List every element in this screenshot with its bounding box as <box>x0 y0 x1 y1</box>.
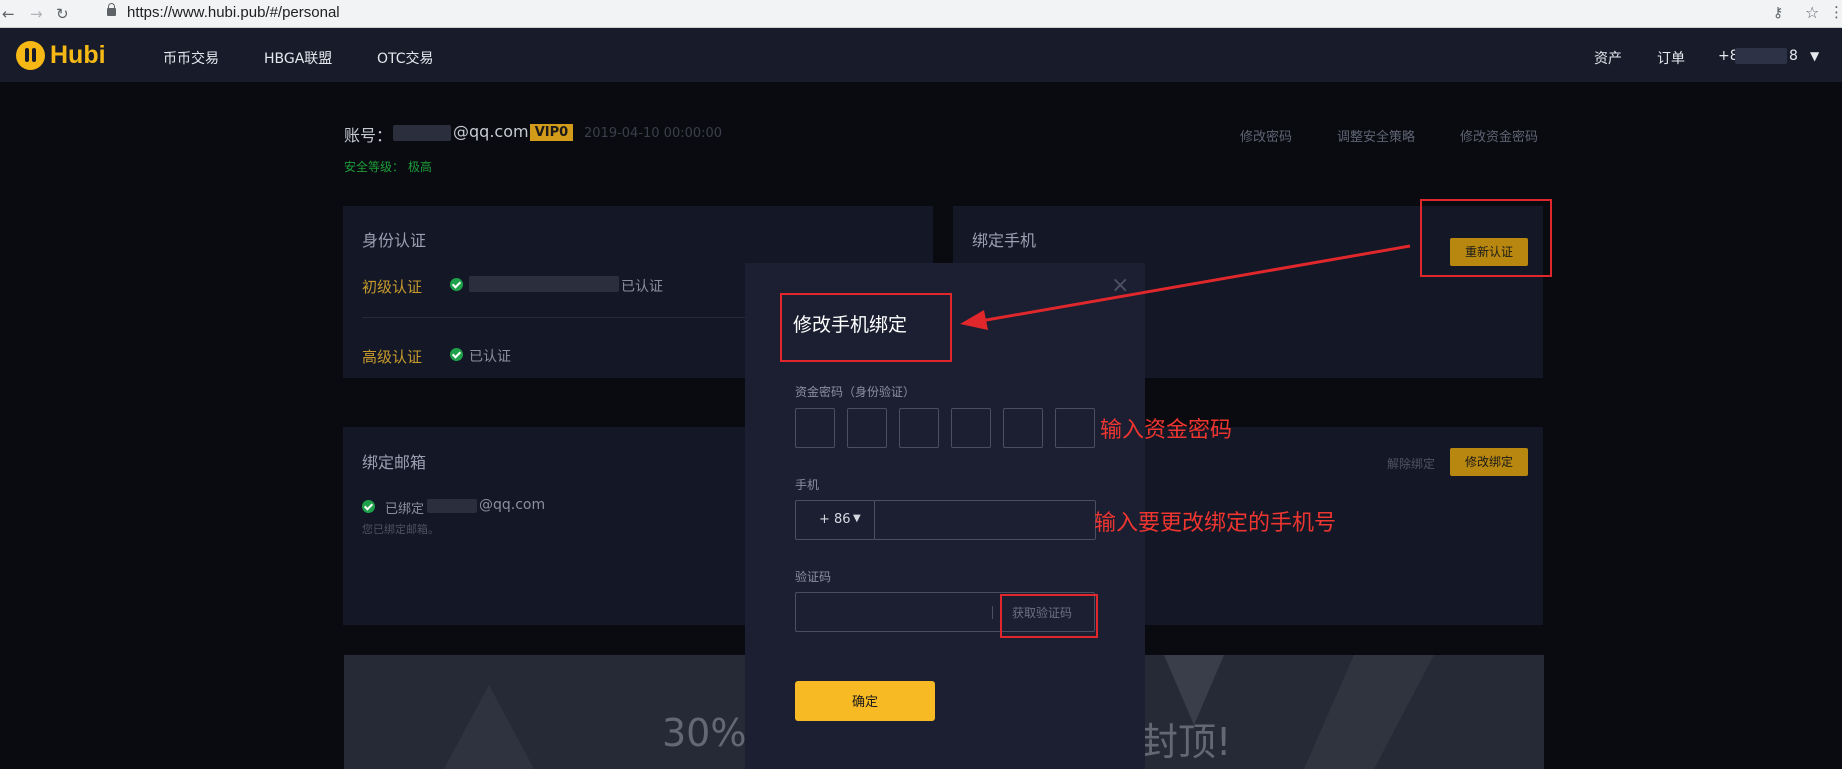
identity-title: 身份认证 <box>362 231 427 250</box>
account-label: 账号： <box>344 126 393 145</box>
bound-email: @qq.com <box>479 497 546 513</box>
nav-orders[interactable]: 订单 <box>1657 48 1685 68</box>
account-email: @qq.com <box>453 122 529 141</box>
email-bound-note: 您已绑定邮箱。 <box>362 523 439 536</box>
pin-digit-1[interactable] <box>795 408 835 448</box>
logo-text: Hubi <box>50 41 106 69</box>
forward-arrow-icon[interactable]: → <box>30 5 43 23</box>
email-card-title: 绑定邮箱 <box>362 453 427 472</box>
basic-status: 已认证 <box>621 279 663 295</box>
fund-password-label: 资金密码（身份验证） <box>795 385 916 399</box>
redacted-email <box>427 499 477 513</box>
nav-assets[interactable]: 资产 <box>1594 48 1622 68</box>
user-menu-caret-icon[interactable]: ▼ <box>1810 49 1819 63</box>
site-header: Hubi 币币交易 HBGA联盟 OTC交易 资产 订单 +8 8 ▼ <box>0 28 1842 82</box>
bookmark-star-icon[interactable]: ☆ <box>1805 3 1819 22</box>
country-code: + 86 <box>819 512 851 527</box>
check-icon <box>450 348 463 361</box>
redacted-name <box>469 276 619 292</box>
security-strategy-link[interactable]: 调整安全策略 <box>1337 126 1415 145</box>
country-code-select[interactable]: + 86 ▼ <box>795 500 875 540</box>
browser-toolbar: ← → ↻ https://www.hubi.pub/#/personal ⚷ … <box>0 0 1842 28</box>
redacted-email <box>393 125 451 141</box>
divider <box>362 317 772 318</box>
register-date: 2019-04-10 00:00:00 <box>584 126 723 141</box>
vip-badge: VIP0 <box>530 124 573 141</box>
reload-icon[interactable]: ↻ <box>56 5 69 23</box>
change-fund-password-link[interactable]: 修改资金密码 <box>1460 126 1538 145</box>
browser-menu-icon[interactable]: ⋮ <box>1829 3 1842 21</box>
pin-instruction: 输入资金密码 <box>1100 418 1233 443</box>
pin-digit-3[interactable] <box>899 408 939 448</box>
modify-binding-button[interactable]: 修改绑定 <box>1450 448 1528 476</box>
basic-verification-label: 初级认证 <box>362 278 423 296</box>
title-highlight-box <box>780 293 952 362</box>
chevron-down-icon: ▼ <box>853 513 861 524</box>
address-bar[interactable]: https://www.hubi.pub/#/personal <box>127 4 340 21</box>
nav-coin-trading[interactable]: 币币交易 <box>163 48 219 68</box>
hubi-logo-icon <box>16 41 45 70</box>
check-icon <box>362 500 375 513</box>
banner-text-right: 封顶! <box>1140 720 1232 764</box>
nav-hbga-alliance[interactable]: HBGA联盟 <box>264 48 332 68</box>
pin-digit-5[interactable] <box>1003 408 1043 448</box>
key-icon[interactable]: ⚷ <box>1773 5 1783 21</box>
change-password-link[interactable]: 修改密码 <box>1240 126 1292 145</box>
redacted-phone <box>1735 48 1787 64</box>
pin-digit-4[interactable] <box>951 408 991 448</box>
phone-instruction: 输入要更改绑定的手机号 <box>1094 511 1337 536</box>
confirm-button[interactable]: 确定 <box>795 681 935 721</box>
hubi-logo[interactable]: Hubi <box>16 41 106 70</box>
phone-input[interactable] <box>874 500 1096 540</box>
close-icon[interactable]: × <box>1111 273 1129 298</box>
email-bound-prefix: 已绑定 <box>385 502 425 517</box>
phone-card-title: 绑定手机 <box>972 231 1037 250</box>
check-icon <box>450 278 463 291</box>
pin-digit-2[interactable] <box>847 408 887 448</box>
verification-code-label: 验证码 <box>795 570 832 584</box>
advanced-verification-label: 高级认证 <box>362 348 423 366</box>
lock-icon <box>107 3 116 16</box>
pin-digit-6[interactable] <box>1055 408 1095 448</box>
banner-text-left: 30% <box>662 711 747 755</box>
reverify-highlight-box <box>1420 199 1552 277</box>
nav-otc-trading[interactable]: OTC交易 <box>377 48 434 68</box>
phone-label: 手机 <box>795 478 820 492</box>
user-phone-end[interactable]: 8 <box>1789 48 1798 64</box>
back-arrow-icon[interactable]: ← <box>2 5 15 23</box>
advanced-status: 已认证 <box>469 349 511 365</box>
field-divider <box>992 606 993 619</box>
security-level: 安全等级： 极高 <box>344 160 432 174</box>
unbind-link[interactable]: 解除绑定 <box>1387 455 1435 472</box>
get-code-highlight-box <box>1000 594 1098 638</box>
